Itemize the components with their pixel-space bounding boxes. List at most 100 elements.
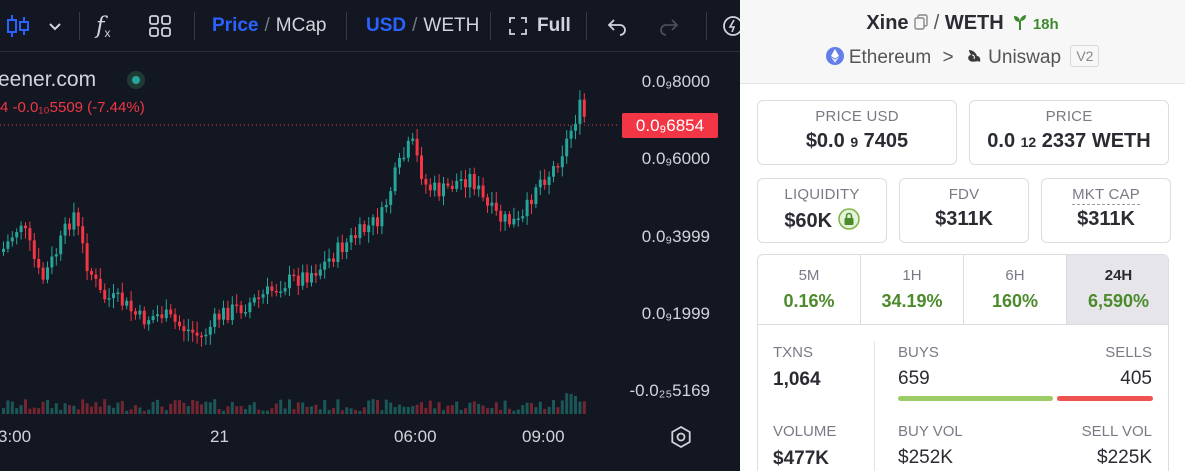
copy-icon[interactable] (914, 13, 928, 36)
candle-body (151, 316, 155, 321)
chart-toolbar: fx Price / MCap USD / WETH Full (0, 0, 740, 52)
candle-body (376, 217, 379, 227)
volume-bar (15, 408, 19, 414)
volume-bar (191, 400, 195, 414)
candle-body (252, 297, 256, 303)
dex-name[interactable]: Uniswap (988, 47, 1061, 68)
candlestick-plot[interactable] (0, 52, 740, 422)
volume-bar (314, 404, 318, 414)
price-native-value: 0.0 12 2337 WETH (987, 130, 1151, 152)
volume-bar (160, 406, 164, 414)
candle-body (19, 225, 23, 233)
volume-bar (252, 402, 256, 414)
volume-bar (46, 399, 49, 414)
redo-icon[interactable] (658, 0, 680, 52)
candle-body (28, 228, 32, 241)
time-axis-label: 21 (210, 427, 229, 446)
chevron-down-icon[interactable] (48, 0, 62, 52)
lock-icon[interactable] (837, 208, 860, 236)
volume-bar (81, 399, 85, 414)
volume-bar (521, 405, 525, 414)
candle-body (160, 314, 164, 319)
liquidity-value: $60K (784, 210, 833, 232)
volume-bar (371, 399, 375, 414)
volume-bar (164, 410, 168, 414)
volume-bar (556, 407, 560, 414)
volume-bar (257, 409, 261, 414)
candle-body (402, 157, 406, 160)
price-option[interactable]: Price (212, 15, 258, 37)
volume-bar (486, 408, 489, 414)
candle-body (112, 293, 115, 299)
tab-1h[interactable]: 1H 34.19% (861, 255, 964, 325)
candle-body (191, 329, 195, 333)
candle-body (305, 272, 309, 283)
fullscreen-label: Full (537, 15, 571, 36)
candle-body (503, 214, 507, 222)
tab-5m[interactable]: 5M 0.16% (758, 255, 861, 325)
volume-bar (248, 404, 252, 414)
fullscreen-button[interactable]: Full (508, 0, 571, 52)
stats-divider (874, 341, 875, 471)
layout-grid-icon[interactable] (148, 0, 172, 52)
mcap-option[interactable]: MCap (276, 15, 327, 37)
candle-body (186, 329, 190, 332)
candle-body (552, 165, 555, 177)
candle-body (59, 235, 63, 255)
volume-bar (10, 401, 14, 414)
indicators-fx-icon[interactable]: fx (96, 0, 111, 52)
candle-body (521, 216, 525, 219)
candle-body (156, 314, 159, 317)
candle-body (349, 235, 353, 243)
volume-bar (217, 408, 221, 414)
volume-bar (477, 403, 481, 414)
fdv-value: $311K (935, 208, 993, 230)
volume-bar (446, 405, 450, 414)
volume-bar (424, 407, 428, 414)
tab-24h[interactable]: 24H 6,590% (1067, 255, 1168, 325)
volume-bar (235, 406, 239, 414)
volume-bar (301, 402, 305, 414)
volume-bar (283, 408, 287, 414)
volume-bar (195, 401, 199, 414)
weth-option[interactable]: WETH (423, 15, 479, 37)
price-mcap-toggle[interactable]: Price / MCap (212, 0, 326, 52)
candle-body (464, 179, 467, 188)
volume-bar (305, 406, 309, 414)
volume-bar (204, 401, 208, 414)
candle-body (2, 248, 5, 252)
volume-bar (186, 406, 190, 414)
chain-name[interactable]: Ethereum (849, 47, 931, 68)
volume-bar (525, 402, 529, 414)
candle-body (182, 326, 186, 332)
price-axis-label: -0.0₂₅5169 (629, 381, 710, 400)
candle-style-icon[interactable] (4, 0, 32, 52)
price-chart-pane[interactable]: fx Price / MCap USD / WETH Full eener.co… (0, 0, 740, 471)
volume-bar (142, 410, 146, 414)
volume-bar (103, 399, 107, 414)
market-cap-value: $311K (1077, 208, 1135, 230)
volume-bar (358, 410, 362, 414)
volume-bar (393, 407, 397, 414)
volume-bar (455, 401, 459, 414)
candle-body (235, 304, 239, 307)
volume-bar (538, 401, 542, 414)
currency-toggle[interactable]: USD / WETH (366, 0, 479, 52)
tab-6h[interactable]: 6H 160% (964, 255, 1067, 325)
candle-body (530, 199, 533, 205)
undo-icon[interactable] (606, 0, 628, 52)
buy-volume-label: BUY VOL (898, 423, 963, 440)
chart-settings-icon[interactable] (669, 425, 693, 454)
volume-bar (367, 400, 371, 414)
candle-body (336, 242, 340, 262)
candle-body (239, 305, 243, 314)
volume-bar (6, 400, 10, 414)
pair-age: 18h (1032, 16, 1059, 33)
candle-body (582, 99, 586, 117)
usd-option[interactable]: USD (366, 15, 406, 37)
volume-bar (72, 405, 76, 414)
snapshot-icon[interactable] (722, 0, 740, 52)
volume-bar (323, 399, 327, 414)
volume-bar (182, 402, 186, 414)
candle-body (76, 212, 80, 227)
